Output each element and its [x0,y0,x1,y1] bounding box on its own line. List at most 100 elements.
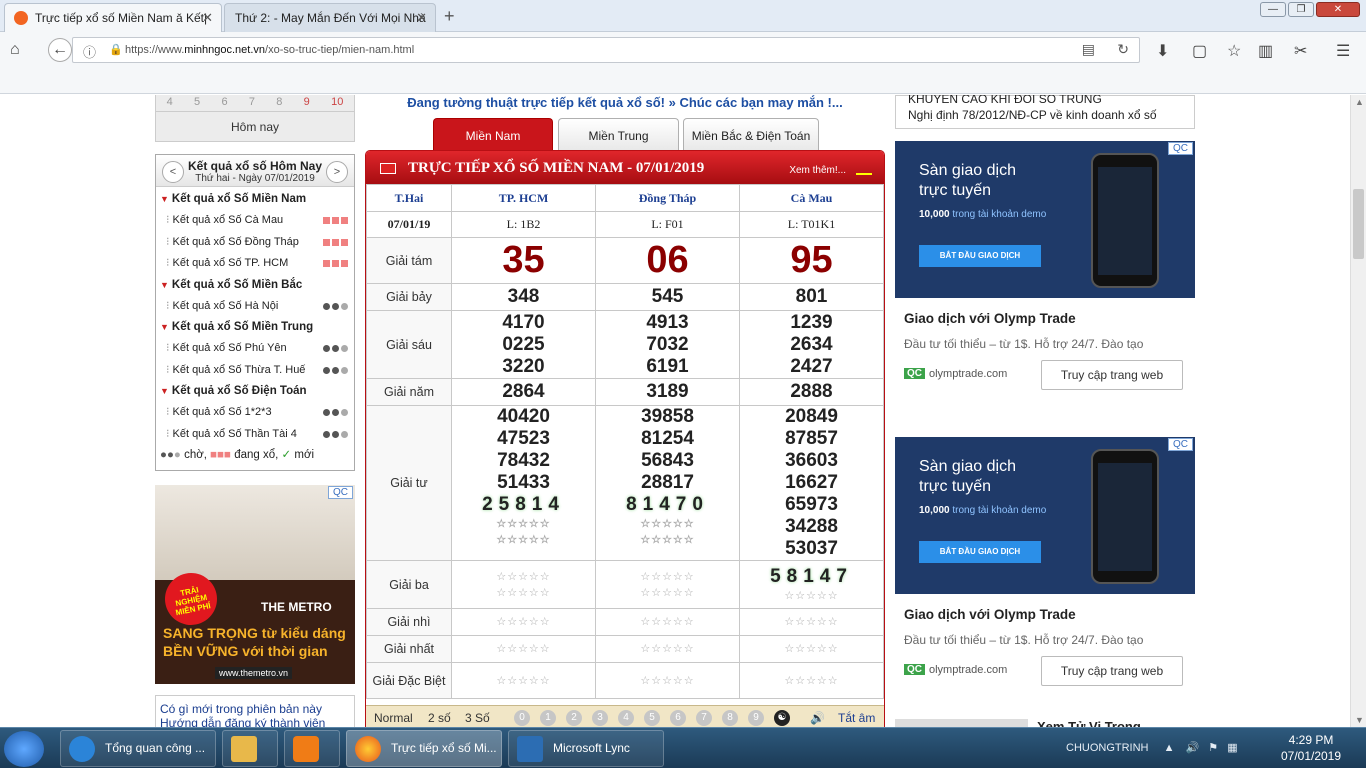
province-dong-thap[interactable]: Đồng Tháp [595,184,740,212]
back-icon[interactable]: ← [48,38,72,62]
taskbar-media-player[interactable] [284,730,340,767]
digit-filter-8[interactable]: 8 [722,710,738,726]
calendar-day[interactable]: 10 [331,96,343,111]
menu-icon[interactable]: ☰ [1336,41,1350,61]
library-icon[interactable]: ▥ [1258,41,1273,61]
info-icon[interactable]: ⓘ [83,42,96,61]
close-tab-icon[interactable]: ✕ [202,10,213,26]
screenshot-icon[interactable]: ✂ [1294,41,1307,61]
yin-yang-icon[interactable]: ☯ [774,710,790,726]
digit-filter-3[interactable]: 3 [592,710,608,726]
tray-expand-icon[interactable]: ▲ [1164,742,1175,754]
digit-filter-5[interactable]: 5 [644,710,660,726]
taskbar-ie[interactable]: Tổng quan công ... [60,730,216,767]
digit-filter-6[interactable]: 6 [670,710,686,726]
visit-website-button[interactable]: Truy cập trang web [1041,360,1183,390]
today-button[interactable]: Hôm nay [155,112,355,142]
list-item[interactable]: ⁝ Kết quả xổ Số 1*2*3 [160,402,350,424]
province-hcm[interactable]: TP. HCM [451,184,596,212]
ad-choice-badge[interactable]: QC [1168,438,1193,451]
ad-title[interactable]: Giao dịch với Olymp Trade [904,607,1076,622]
ad-banner[interactable]: QC Sàn giao dịch trực tuyến 10,000 trong … [895,141,1195,298]
speaker-icon[interactable]: 🔊 [810,711,825,725]
flag-icon[interactable]: ⚑ [1208,742,1218,754]
province-ca-mau[interactable]: Cà Mau [739,184,884,212]
prev-day-icon[interactable]: < [162,161,184,183]
mode-2-digits-button[interactable]: 2 số [428,711,451,725]
tab-may-man[interactable]: Thứ 2: - May Mắn Đến Với Mọi Nhà ✕ [224,3,436,32]
mute-button[interactable]: Tắt âm [838,711,875,725]
calendar-day[interactable]: 9 [304,96,310,111]
news-link[interactable]: Nghị định 78/2012/NĐ-CP về kinh doanh xổ… [908,107,1182,123]
themetro-ad[interactable]: QC TRẢI NGHIỆM MIỄN PHÍ THE METRO SANG T… [155,485,355,684]
calendar-day[interactable]: 5 [194,96,200,111]
list-item[interactable]: ⁝ Kết quả xổ Số Phú Yên [160,338,350,360]
group-mien-nam[interactable]: ▼ Kết quả xổ Số Miền Nam [160,189,350,210]
taskbar-explorer[interactable] [222,730,278,767]
address-bar[interactable]: ⓘ 🔒 https://www.minhngoc.net.vn/xo-so-tr… [72,37,1140,63]
list-item[interactable]: ⁝ Kết quả xổ Số Thần Tài 4 [160,424,350,446]
next-day-icon[interactable]: > [326,161,348,183]
calendar-day[interactable]: 7 [249,96,255,111]
tab-mien-trung[interactable]: Miền Trung [558,118,679,150]
see-more-link[interactable]: Xem thêm!... [789,165,846,176]
ad-choice-badge[interactable]: QC [1168,142,1193,155]
digit-filter-0[interactable]: 0 [514,710,530,726]
list-item[interactable]: ⁝ Kết quả xổ Số Thừa T. Huế [160,360,350,382]
calendar-day[interactable]: 8 [276,96,282,111]
download-icon[interactable]: ⬇ [1156,41,1169,61]
start-trading-button[interactable]: BẮT ĐẦU GIAO DỊCH [919,541,1041,563]
scroll-up-icon[interactable]: ▲ [1355,97,1364,107]
restore-icon[interactable]: ❐ [1288,2,1314,17]
calendar-day[interactable]: 6 [221,96,227,111]
volume-icon[interactable]: 🔊 [1186,742,1200,754]
digit-filter-7[interactable]: 7 [696,710,712,726]
ad-banner[interactable]: QC Sàn giao dịch trực tuyến 10,000 trong … [895,437,1195,594]
tu-vi-teaser[interactable]: Xem Tử Vi Trọng... [895,719,1195,727]
group-mien-bac[interactable]: ▼ Kết quả xổ Số Miền Bắc [160,275,350,296]
digit-filter-4[interactable]: 4 [618,710,634,726]
group-mien-trung[interactable]: ▼ Kết quả xổ Số Miền Trung [160,317,350,338]
close-window-icon[interactable]: ✕ [1316,2,1360,17]
list-item[interactable]: ⁝ Kết quả xổ Số Cà Mau [160,210,350,232]
mode-3-digits-button[interactable]: 3 Số [465,711,490,725]
reload-icon[interactable]: ↻ [1117,41,1129,58]
start-button[interactable] [4,731,44,767]
start-trading-button[interactable]: BẮT ĐẦU GIAO DỊCH [919,245,1041,267]
reader-view-icon[interactable]: ▤ [1082,41,1095,58]
tab-mien-nam[interactable]: Miền Nam [433,118,553,150]
list-item[interactable]: ⁝ Kết quả xổ Số TP. HCM [160,253,350,275]
news-link[interactable]: KHUYẾN CÁO KHI ĐỔI SỐ TRÚNG [908,95,1182,107]
bookmark-star-icon[interactable]: ☆ [1227,41,1241,61]
visit-website-button[interactable]: Truy cập trang web [1041,656,1183,686]
scroll-down-icon[interactable]: ▼ [1355,715,1364,725]
tab-truc-tiep-xo-so[interactable]: Trực tiếp xổ số Miền Nam ǎ Kết| ✕ [4,3,222,32]
network-icon[interactable]: ▦ [1227,742,1237,754]
sidebar-icon[interactable]: ▢ [1192,41,1207,61]
live-marquee[interactable]: Đang tường thuật trực tiếp kết quả xổ số… [360,95,890,111]
clock[interactable]: 4:29 PM 07/01/2019 [1276,732,1346,764]
taskbar-lync[interactable]: Microsoft Lync [508,730,664,767]
digit-filter-2[interactable]: 2 [566,710,582,726]
calendar-day[interactable]: 4 [167,96,173,111]
close-tab-icon[interactable]: ✕ [416,10,427,26]
new-tab-icon[interactable]: + [444,6,455,27]
scrollbar-thumb[interactable] [1353,189,1364,259]
link-register-guide[interactable]: Hướng dẫn đăng ký thành viên [160,716,350,727]
list-item[interactable]: ⁝ Kết quả xổ Số Hà Nội [160,296,350,318]
taskbar-firefox[interactable]: Trực tiếp xổ số Mi... [346,730,502,767]
vertical-scrollbar[interactable]: ▲ ▼ [1350,95,1366,727]
list-item[interactable]: ⁝ Kết quả xổ Số Đồng Tháp [160,232,350,254]
olymp-trade-ad[interactable]: QC Sàn giao dịch trực tuyến 10,000 trong … [895,437,1195,727]
tab-mien-bac-dien-toan[interactable]: Miền Bắc & Điện Toán [683,118,819,150]
ad-title[interactable]: Giao dịch với Olymp Trade [904,311,1076,326]
home-icon[interactable]: ⌂ [10,41,20,59]
group-dien-toan[interactable]: ▼ Kết quả xổ Số Điện Toán [160,381,350,402]
olymp-trade-ad[interactable]: QC Sàn giao dịch trực tuyến 10,000 trong … [895,141,1195,441]
mode-normal-button[interactable]: Normal [374,711,413,725]
link-whats-new[interactable]: Có gì mới trong phiên bản này [160,702,350,716]
minimize-icon[interactable]: — [1260,2,1286,17]
digit-filter-9[interactable]: 9 [748,710,764,726]
digit-filter-1[interactable]: 1 [540,710,556,726]
chart-bars-icon[interactable] [856,161,872,175]
